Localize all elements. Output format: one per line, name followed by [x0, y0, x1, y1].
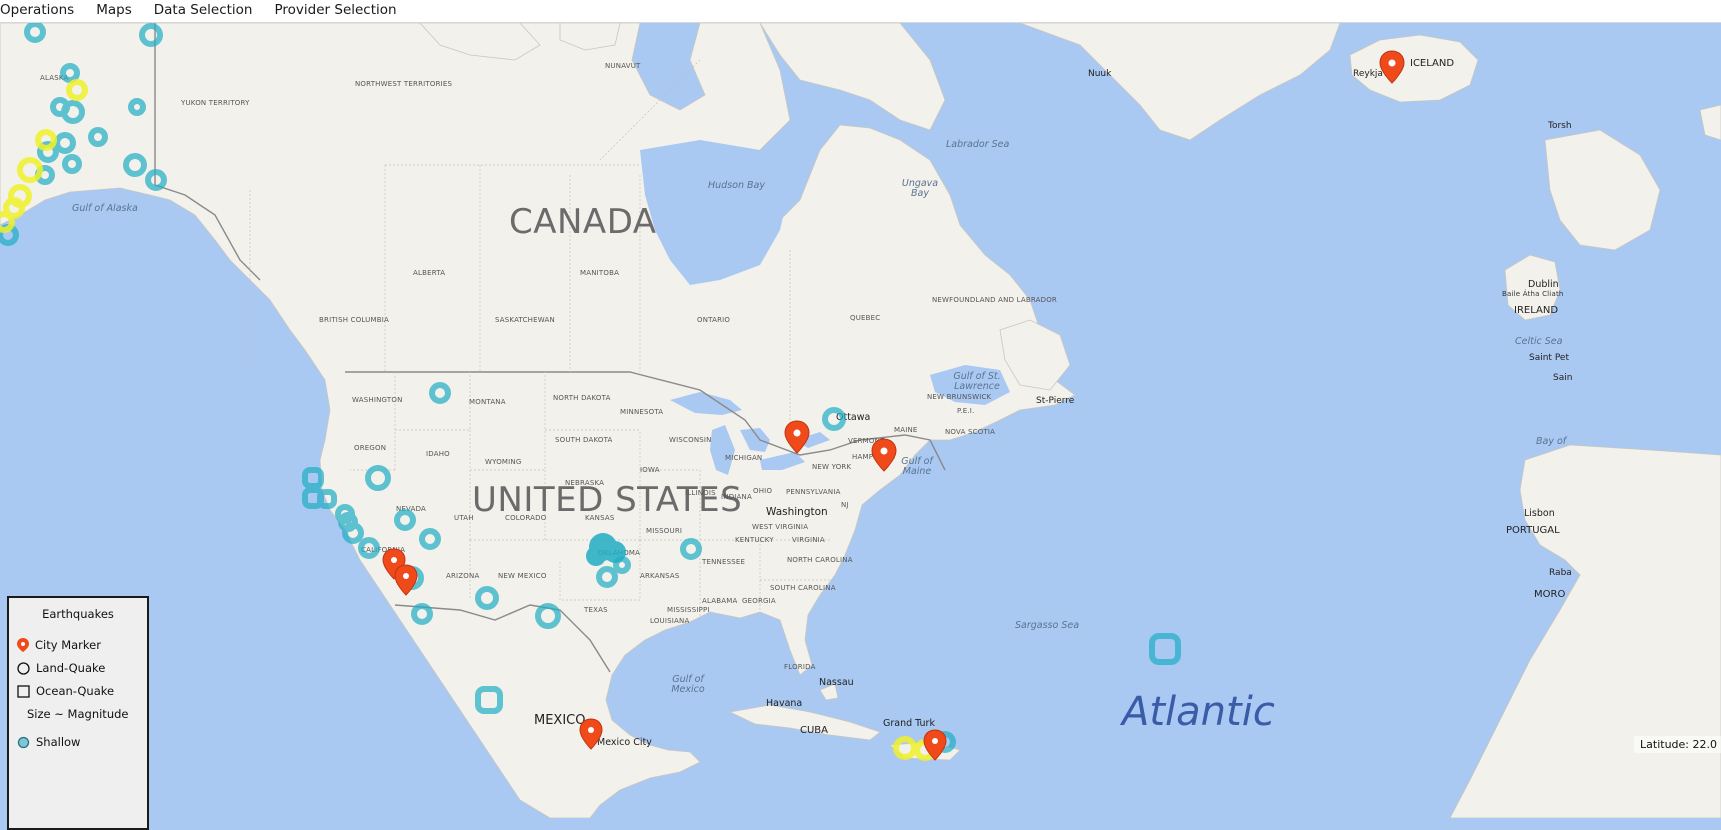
legend-panel: Earthquakes City Marker Land-Quake Ocean…	[7, 596, 149, 830]
land-quake-marker[interactable]	[358, 537, 380, 559]
land-quake-marker[interactable]	[128, 98, 146, 116]
land-quake-marker[interactable]	[596, 566, 618, 588]
legend-ocean-quake-label: Ocean-Quake	[36, 684, 115, 698]
land-quake-marker[interactable]	[394, 509, 416, 531]
menu-maps[interactable]: Maps	[85, 0, 143, 22]
land-quake-marker[interactable]	[822, 407, 846, 431]
land-quake-marker[interactable]	[123, 153, 147, 177]
shallow-circle-icon	[17, 736, 30, 748]
map-view[interactable]: CANADA UNITED STATES MEXICO CUBA ICELAND…	[0, 23, 1721, 818]
land-quake-marker-mid[interactable]	[893, 736, 917, 760]
square-icon	[17, 684, 30, 698]
menu-provider-selection[interactable]: Provider Selection	[264, 0, 408, 22]
ocean-quake-marker[interactable]	[475, 686, 503, 714]
land-quake-marker[interactable]	[145, 169, 167, 191]
latitude-readout: Latitude: 22.0	[1634, 736, 1721, 753]
menu-operations[interactable]: Operations	[0, 0, 85, 22]
legend-row-city-marker: City Marker	[17, 638, 101, 652]
land-quake-marker-mid[interactable]	[17, 157, 43, 183]
menu-data-selection[interactable]: Data Selection	[143, 0, 264, 22]
ocean-quake-marker[interactable]	[302, 467, 324, 489]
land-quake-marker-mid[interactable]	[66, 79, 88, 101]
legend-title: Earthquakes	[42, 607, 114, 621]
land-quake-marker[interactable]	[429, 382, 451, 404]
ocean-quake-marker[interactable]	[1149, 633, 1181, 665]
legend-row-land-quake: Land-Quake	[17, 661, 105, 675]
land-quake-cluster[interactable]	[586, 546, 606, 566]
circle-icon	[17, 661, 30, 675]
land-quake-marker[interactable]	[60, 63, 80, 83]
land-quake-marker[interactable]	[24, 23, 46, 43]
land-quake-marker[interactable]	[88, 127, 108, 147]
city-marker[interactable]	[784, 420, 810, 454]
legend-size-note: Size ~ Magnitude	[27, 707, 129, 721]
city-marker[interactable]	[394, 564, 418, 596]
land-quake-marker[interactable]	[680, 538, 702, 560]
legend-land-quake-label: Land-Quake	[36, 661, 106, 675]
city-marker-icon	[17, 638, 29, 652]
city-marker[interactable]	[579, 718, 603, 750]
city-marker[interactable]	[1379, 50, 1405, 84]
legend-row-shallow: Shallow	[17, 735, 80, 749]
land-quake-marker[interactable]	[535, 603, 561, 629]
land-quake-marker[interactable]	[61, 100, 85, 124]
land-quake-marker[interactable]	[419, 528, 441, 550]
legend-row-ocean-quake: Ocean-Quake	[17, 684, 114, 698]
land-quake-marker[interactable]	[365, 465, 391, 491]
legend-city-marker-label: City Marker	[35, 638, 101, 652]
land-quake-marker-mid[interactable]	[0, 211, 15, 233]
ocean-quake-marker[interactable]	[317, 489, 337, 509]
land-quake-marker[interactable]	[139, 23, 163, 47]
menu-bar: Operations Maps Data Selection Provider …	[0, 0, 1721, 23]
land-quake-marker[interactable]	[54, 132, 76, 154]
land-quake-marker[interactable]	[342, 522, 364, 544]
marker-layer	[0, 23, 1405, 761]
legend-shallow-label: Shallow	[36, 735, 81, 749]
land-quake-marker[interactable]	[475, 586, 499, 610]
land-quake-marker[interactable]	[411, 603, 433, 625]
land-quake-cluster[interactable]	[604, 541, 626, 563]
land-quake-marker[interactable]	[62, 154, 82, 174]
city-marker[interactable]	[871, 438, 897, 472]
land-quake-marker-mid[interactable]	[35, 129, 57, 151]
